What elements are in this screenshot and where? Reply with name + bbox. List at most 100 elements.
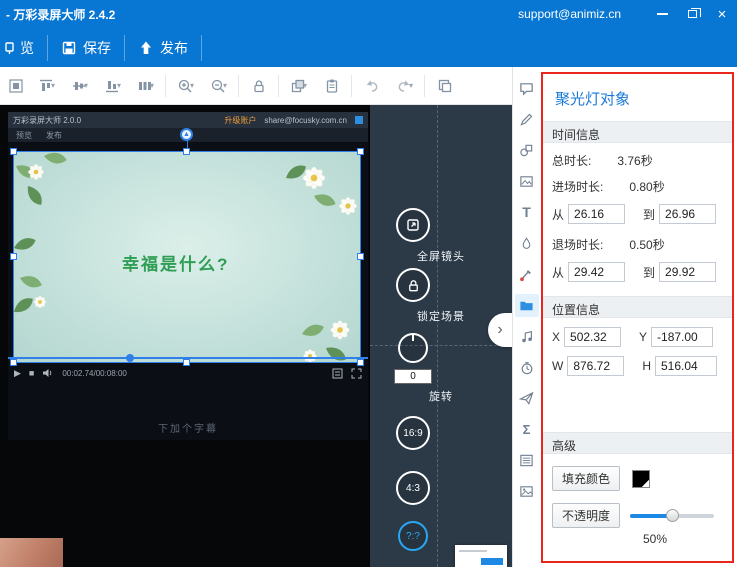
minimize-button[interactable]: [647, 0, 677, 28]
preview-button[interactable]: 览: [0, 28, 47, 67]
lock-scene-button[interactable]: [396, 268, 430, 302]
preview-menu-preview: 预览: [16, 130, 32, 140]
play-icon[interactable]: ▶: [14, 368, 21, 379]
exit-to-label: 到: [643, 265, 656, 280]
formula-icon[interactable]: Σ: [515, 418, 539, 441]
fullscreen-icon[interactable]: [351, 368, 362, 379]
h-input[interactable]: [655, 356, 717, 376]
rotate-handle[interactable]: ▲: [180, 128, 193, 141]
resize-handle-w[interactable]: [10, 253, 17, 260]
align-canvas-icon[interactable]: [2, 71, 30, 101]
undo-icon[interactable]: [355, 71, 388, 101]
lock-icon[interactable]: [242, 71, 275, 101]
video-seekbar[interactable]: [8, 354, 368, 362]
object-type-sidebar: T Σ: [512, 67, 540, 567]
align-bottom-icon[interactable]: ▾: [96, 71, 129, 101]
opacity-slider[interactable]: [630, 508, 715, 523]
text-icon[interactable]: T: [515, 201, 539, 224]
brush-icon[interactable]: [515, 263, 539, 286]
zoom-out-icon[interactable]: ▾: [202, 71, 235, 101]
webcam-thumbnail[interactable]: [0, 538, 63, 567]
save-icon: [62, 41, 76, 54]
opacity-button[interactable]: 不透明度: [552, 503, 621, 528]
folder-icon[interactable]: [514, 294, 539, 317]
support-email[interactable]: support@animiz.cn: [518, 7, 621, 21]
subtitle-hint[interactable]: 下加个字幕: [8, 420, 368, 435]
seekbar-thumb[interactable]: [126, 354, 134, 362]
photo-icon[interactable]: [515, 480, 539, 503]
frame-icon[interactable]: [515, 170, 539, 193]
resize-handle-nw[interactable]: [10, 148, 17, 155]
y-input[interactable]: [651, 327, 714, 347]
time-info-header: 时间信息: [543, 121, 732, 143]
arrange-order-icon[interactable]: ▾: [282, 71, 315, 101]
stop-icon[interactable]: ■: [29, 368, 34, 378]
preview-upgrade-link: 升级账户: [224, 115, 257, 125]
ratio-16-9-button[interactable]: 16:9: [396, 416, 430, 450]
vertical-guide: [437, 105, 438, 567]
callout-icon[interactable]: [515, 77, 539, 100]
spotlight-object[interactable]: 幸福是什么?: [14, 152, 360, 362]
align-middle-icon[interactable]: ▾: [63, 71, 96, 101]
entrance-from-label: 从: [552, 207, 565, 222]
resize-handle-ne[interactable]: [357, 148, 364, 155]
ratio-4-3-button[interactable]: 4:3: [396, 471, 430, 505]
align-top-icon[interactable]: ▾: [30, 71, 63, 101]
exit-duration-value: 0.50秒: [629, 238, 665, 252]
w-label: W: [552, 359, 564, 373]
ribbon-toolbar: 览 保存 发布: [0, 28, 737, 67]
preview-menu-publish: 发布: [46, 130, 62, 140]
exit-from-input[interactable]: [568, 262, 626, 282]
y-label: Y: [639, 330, 648, 344]
volume-icon[interactable]: [42, 368, 54, 378]
restore-icon: [687, 8, 701, 18]
pencil-icon[interactable]: [515, 108, 539, 131]
distribute-icon[interactable]: ▾: [129, 71, 162, 101]
close-icon: ×: [717, 5, 727, 23]
layers-icon[interactable]: [428, 71, 461, 101]
restore-button[interactable]: [677, 0, 707, 28]
fullscreen-lens-icon: [407, 219, 419, 231]
resize-handle-e[interactable]: [357, 253, 364, 260]
slide-caption: 幸福是什么?: [122, 255, 230, 274]
total-duration-label: 总时长:: [552, 154, 592, 168]
preview-app-icon: [355, 116, 363, 124]
fill-color-button[interactable]: 填充颜色: [552, 466, 621, 491]
exit-duration-label: 退场时长:: [552, 238, 604, 252]
timer-icon[interactable]: [515, 356, 539, 379]
droplet-icon[interactable]: [515, 232, 539, 255]
rotate-dial[interactable]: [398, 333, 428, 363]
fullscreen-lens-button[interactable]: [396, 208, 430, 242]
advanced-header: 高级: [543, 432, 732, 454]
publish-icon: [141, 41, 151, 54]
object-toolbar: ▾ ▾ ▾ ▾ ▾ ▾ ▾ ▾: [0, 67, 512, 105]
w-input[interactable]: [567, 356, 625, 376]
list-icon[interactable]: [515, 449, 539, 472]
editing-canvas[interactable]: 万彩录屏大师 2.0.0 升级账户 share@focusky.com.cn 预…: [0, 105, 370, 567]
resize-handle-n[interactable]: [183, 148, 190, 155]
music-icon[interactable]: [515, 325, 539, 348]
entrance-to-input[interactable]: [659, 204, 717, 224]
rotate-label: 旋转: [429, 391, 453, 403]
zoom-in-icon[interactable]: ▾: [169, 71, 202, 101]
redo-icon[interactable]: ▾: [388, 71, 421, 101]
preview-app-titlebar: 万彩录屏大师 2.0.0 升级账户 share@focusky.com.cn: [8, 112, 368, 128]
save-button[interactable]: 保存: [48, 28, 124, 67]
plane-icon[interactable]: [515, 387, 539, 410]
entrance-from-input[interactable]: [568, 204, 626, 224]
x-input[interactable]: [564, 327, 622, 347]
shapes-icon[interactable]: [515, 139, 539, 162]
window-title: - 万彩录屏大师 2.4.2: [6, 7, 116, 22]
clipboard-icon[interactable]: [315, 71, 348, 101]
position-info-header: 位置信息: [543, 296, 732, 318]
total-duration-value: 3.76秒: [617, 154, 653, 168]
opacity-slider-knob[interactable]: [666, 508, 680, 522]
settings-icon[interactable]: [332, 368, 343, 379]
rotate-value-input[interactable]: [394, 369, 432, 384]
exit-to-input[interactable]: [659, 262, 717, 282]
close-button[interactable]: ×: [707, 0, 737, 28]
entrance-duration-label: 进场时长:: [552, 180, 604, 194]
ratio-custom-button[interactable]: ?:?: [398, 521, 428, 551]
fill-color-swatch[interactable]: [632, 469, 651, 488]
publish-button[interactable]: 发布: [125, 28, 201, 67]
